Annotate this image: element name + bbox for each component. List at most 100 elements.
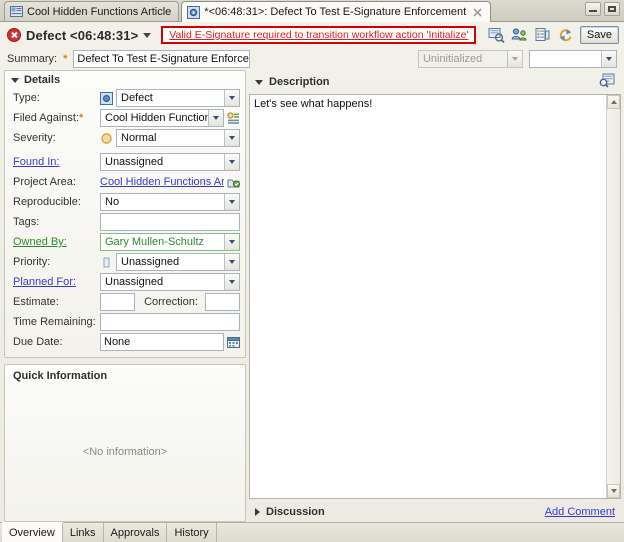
editor-bottom-tabs: Overview Links Approvals History — [0, 522, 624, 542]
severity-icon — [100, 132, 113, 145]
details-section-title: Details — [24, 74, 61, 86]
project-area-icon[interactable] — [227, 176, 240, 189]
severity-label: Severity: — [13, 132, 56, 144]
filed-against-value: Cool Hidden Functions Ar — [105, 112, 208, 124]
severity-select[interactable]: Normal — [116, 129, 240, 147]
save-button[interactable]: Save — [579, 26, 619, 44]
found-in-select[interactable]: Unassigned — [100, 153, 240, 171]
expand-editor-icon[interactable] — [599, 73, 615, 91]
field-row-type: Type: Defect — [5, 88, 245, 108]
due-date-label: Due Date: — [13, 336, 63, 348]
bottom-tab-label: History — [174, 526, 209, 539]
planned-for-select[interactable]: Unassigned — [100, 273, 240, 291]
field-row-estimate: Estimate: Correction: — [5, 292, 245, 312]
chevron-down-icon[interactable] — [224, 194, 239, 210]
bottom-tab-label: Approvals — [110, 526, 160, 539]
bottom-tabs-filler — [217, 523, 624, 542]
article-icon — [10, 5, 23, 18]
editor-tabstrip: Cool Hidden Functions Article *<06:48:31… — [0, 0, 624, 22]
correction-input[interactable] — [204, 293, 240, 311]
due-date-input[interactable]: None — [100, 333, 224, 351]
description-editor[interactable]: Let's see what happens! — [249, 94, 621, 499]
owned-by-value: Gary Mullen-Schultz — [105, 236, 205, 248]
time-remaining-input[interactable] — [100, 313, 240, 331]
description-text[interactable]: Let's see what happens! — [250, 95, 606, 498]
filed-against-select[interactable]: Cool Hidden Functions Ar — [100, 109, 224, 127]
chevron-down-icon[interactable] — [255, 79, 263, 85]
planned-for-value: Unassigned — [105, 276, 164, 288]
reproducible-select[interactable]: No — [100, 193, 240, 211]
field-row-project-area: Project Area: Cool Hidden Functions Arti… — [5, 172, 245, 192]
field-row-planned-for: Planned For: Unassigned — [5, 272, 245, 292]
priority-select[interactable]: Unassigned — [116, 253, 240, 271]
minimize-button[interactable] — [585, 2, 601, 16]
title-dropdown-icon[interactable] — [143, 32, 152, 38]
chevron-right-icon[interactable] — [255, 508, 260, 516]
refresh-icon[interactable] — [557, 27, 574, 43]
team-icon[interactable] — [511, 27, 528, 43]
add-comment-link[interactable]: Add Comment — [545, 506, 615, 518]
editor-header: Defect <06:48:31> Valid E-Signature requ… — [0, 22, 624, 48]
bottom-tab-links[interactable]: Links — [62, 523, 104, 542]
editor-body: Details Type: Defect Filed Against:* Coo… — [0, 70, 624, 522]
description-section-title: Description — [269, 76, 330, 88]
type-label: Type: — [13, 92, 40, 104]
left-column: Details Type: Defect Filed Against:* Coo… — [4, 70, 246, 522]
field-row-priority: Priority: Unassigned — [5, 252, 245, 272]
category-picker-icon[interactable] — [227, 111, 240, 125]
field-row-reproducible: Reproducible: No — [5, 192, 245, 212]
planned-for-label[interactable]: Planned For: — [13, 276, 97, 288]
tags-input[interactable] — [100, 213, 240, 231]
scroll-up-icon[interactable] — [607, 95, 620, 109]
save-button-label: Save — [586, 29, 612, 41]
chevron-down-icon[interactable] — [224, 154, 239, 170]
project-area-label: Project Area: — [13, 176, 76, 188]
error-message[interactable]: Valid E-Signature required to transition… — [169, 29, 468, 41]
bottom-tab-approvals[interactable]: Approvals — [103, 523, 168, 542]
field-row-tags: Tags: — [5, 212, 245, 232]
estimate-input[interactable] — [100, 293, 136, 311]
description-section-header[interactable]: Description — [249, 70, 621, 94]
chevron-down-icon[interactable] — [208, 110, 223, 126]
chevron-down-icon[interactable] — [224, 130, 239, 146]
chevron-down-icon[interactable] — [601, 51, 616, 67]
window-controls — [585, 2, 620, 16]
description-scrollbar[interactable] — [606, 95, 620, 498]
found-in-label[interactable]: Found In: — [13, 156, 97, 168]
close-icon[interactable] — [472, 7, 483, 18]
chevron-down-icon[interactable] — [224, 234, 239, 250]
bottom-tab-history[interactable]: History — [167, 523, 217, 542]
owned-by-label[interactable]: Owned By: — [13, 236, 97, 248]
summary-row: Summary: * Defect To Test E-Signature En… — [0, 48, 624, 70]
preview-icon[interactable] — [488, 27, 505, 44]
chevron-down-icon — [506, 51, 522, 67]
chevron-down-icon[interactable] — [224, 274, 239, 290]
workflow-action-select[interactable] — [528, 50, 617, 68]
tab-cool-hidden-functions-article[interactable]: Cool Hidden Functions Article — [4, 1, 180, 21]
work-item-editor-window: Cool Hidden Functions Article *<06:48:31… — [0, 0, 624, 542]
history-icon[interactable] — [534, 27, 551, 43]
chevron-down-icon[interactable] — [224, 254, 239, 270]
error-icon — [7, 28, 21, 42]
details-section-header[interactable]: Details — [5, 71, 245, 88]
chevron-down-icon[interactable] — [11, 77, 19, 83]
time-remaining-label: Time Remaining: — [13, 316, 96, 328]
discussion-section-header[interactable]: Discussion Add Comment — [249, 502, 621, 522]
scroll-down-icon[interactable] — [607, 484, 620, 498]
chevron-down-icon[interactable] — [224, 90, 239, 106]
page-title: Defect <06:48:31> — [26, 27, 139, 43]
bottom-tab-overview[interactable]: Overview — [2, 522, 63, 542]
type-select[interactable]: Defect — [116, 89, 240, 107]
found-in-value: Unassigned — [105, 156, 164, 168]
maximize-button[interactable] — [604, 2, 620, 16]
defect-icon — [187, 5, 201, 19]
summary-input[interactable]: Defect To Test E-Signature Enforcement — [73, 50, 250, 68]
bottom-tab-label: Overview — [9, 527, 55, 539]
owned-by-select[interactable]: Gary Mullen-Schultz — [100, 233, 240, 251]
tab-defect-editor[interactable]: *<06:48:31>: Defect To Test E-Signature … — [181, 1, 492, 22]
calendar-icon[interactable] — [227, 336, 240, 349]
field-row-found-in: Found In: Unassigned — [5, 152, 245, 172]
bottom-tab-label: Links — [69, 526, 96, 539]
priority-icon — [100, 256, 113, 269]
project-area-value[interactable]: Cool Hidden Functions Article — [100, 176, 224, 188]
